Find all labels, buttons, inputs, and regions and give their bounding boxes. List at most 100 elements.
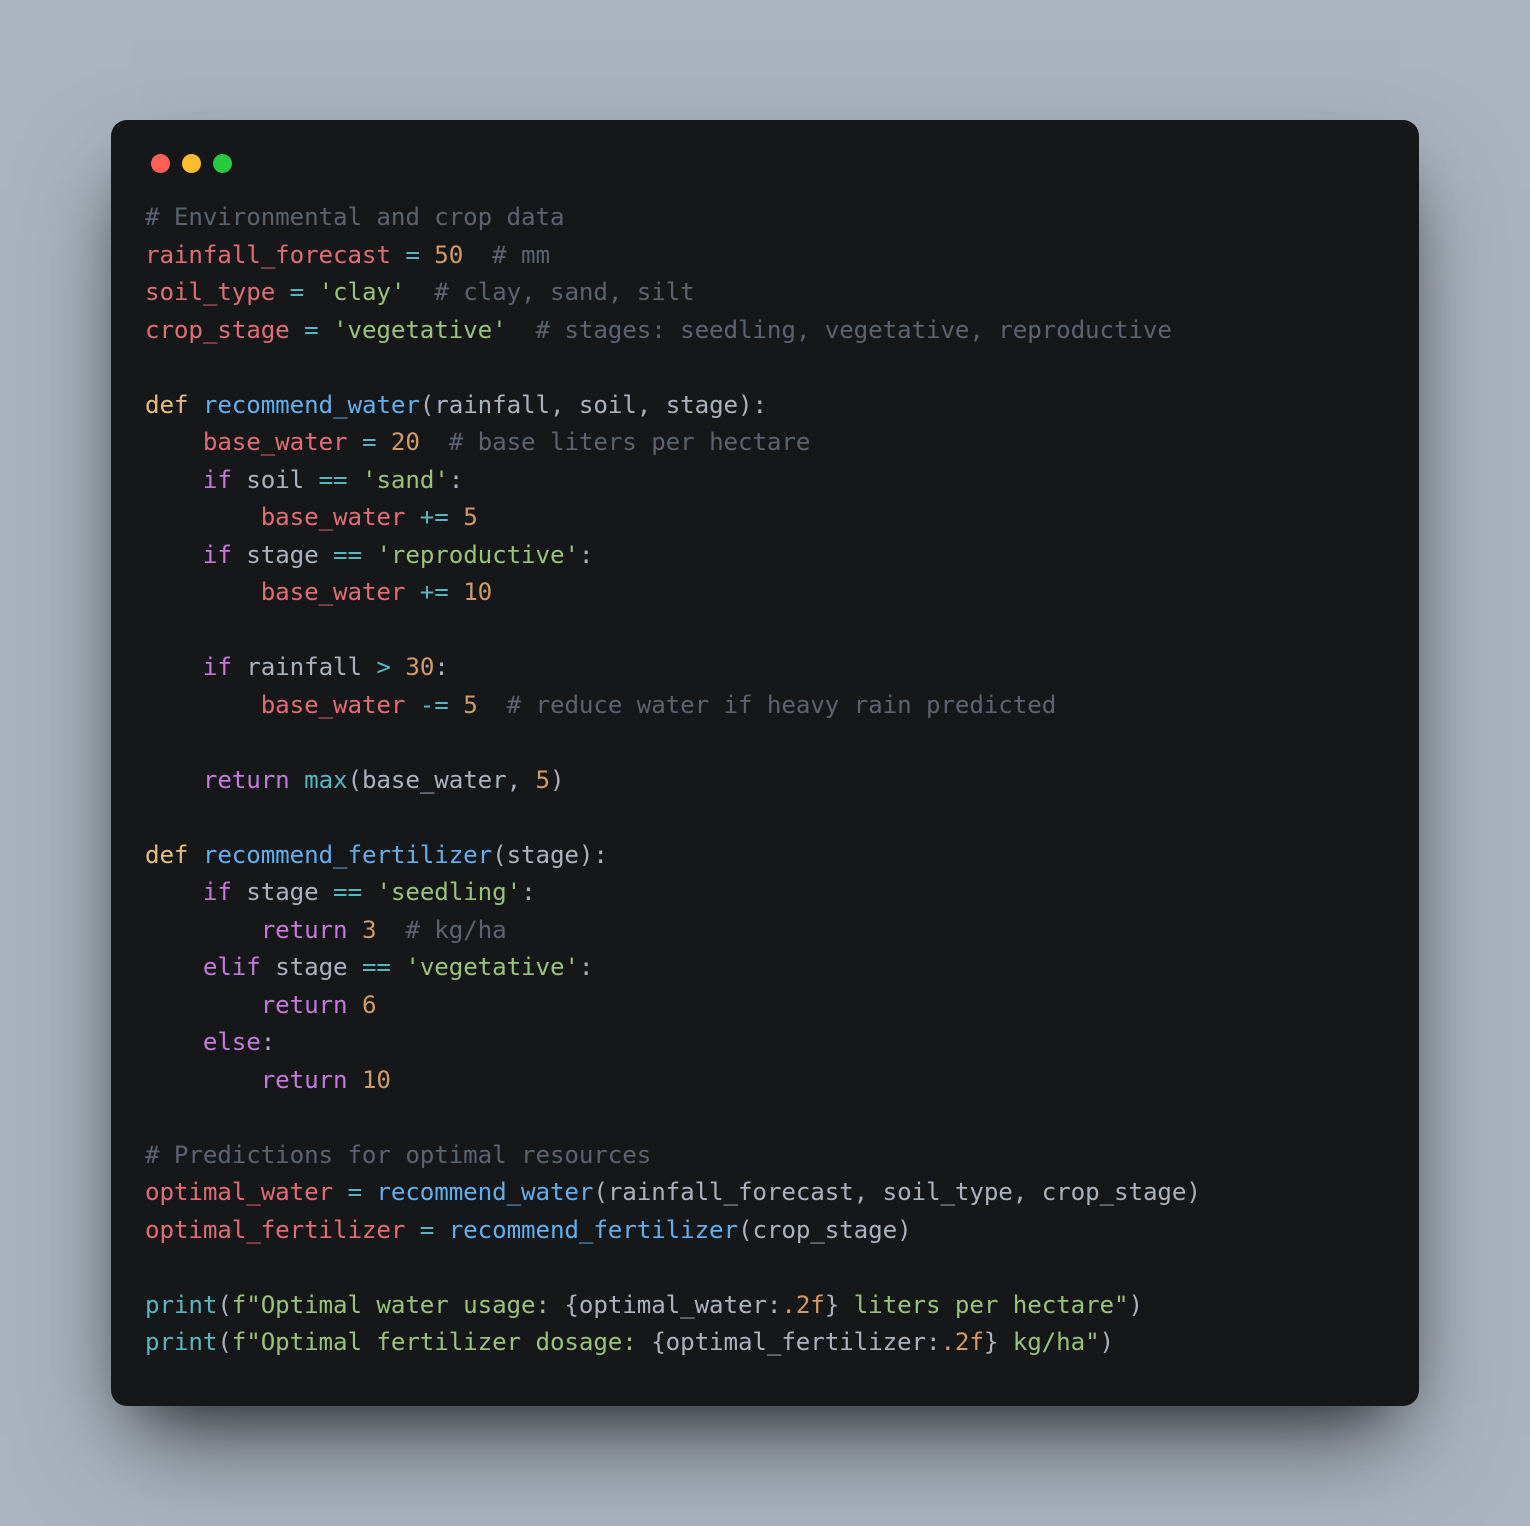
fstring: f"Optimal water usage: — [232, 1291, 565, 1319]
zoom-icon[interactable] — [213, 154, 232, 173]
number: 5 — [536, 766, 550, 794]
comment: # base liters per hectare — [449, 428, 811, 456]
comma: , — [550, 391, 579, 419]
function-name: recommend_water — [203, 391, 420, 419]
function-call: recommend_water — [376, 1178, 593, 1206]
keyword-if: if — [203, 541, 232, 569]
op: == — [319, 878, 377, 906]
op: > — [362, 653, 405, 681]
string: 'sand' — [362, 466, 449, 494]
arg: rainfall_forecast — [608, 1178, 854, 1206]
op: -= — [405, 691, 463, 719]
close-icon[interactable] — [151, 154, 170, 173]
variable: soil_type — [145, 278, 275, 306]
comma: , — [507, 766, 536, 794]
variable: base_water — [261, 578, 406, 606]
brace: } — [825, 1291, 839, 1319]
fstring-expr: {optimal_water — [564, 1291, 766, 1319]
op: = — [333, 1178, 376, 1206]
comma: , — [637, 391, 666, 419]
code-editor[interactable]: # Environmental and crop data rainfall_f… — [145, 199, 1385, 1362]
keyword-else: else — [203, 1028, 261, 1056]
stage: # Environmental and crop data rainfall_f… — [0, 0, 1530, 1526]
colon: : — [767, 1291, 781, 1319]
keyword-elif: elif — [203, 953, 261, 981]
code-window: # Environmental and crop data rainfall_f… — [111, 120, 1419, 1406]
builtin-print: print — [145, 1328, 217, 1356]
variable: base_water — [261, 503, 406, 531]
brace: } — [984, 1328, 998, 1356]
colon: : — [752, 391, 766, 419]
op: = — [391, 241, 434, 269]
window-controls — [145, 154, 1385, 173]
keyword-return: return — [261, 991, 348, 1019]
paren: ( — [738, 1216, 752, 1244]
colon: : — [449, 466, 463, 494]
variable: optimal_water — [145, 1178, 333, 1206]
number: 10 — [463, 578, 492, 606]
colon: : — [261, 1028, 275, 1056]
variable: rainfall — [246, 653, 362, 681]
colon: : — [593, 841, 607, 869]
variable: base_water — [362, 766, 507, 794]
variable: rainfall_forecast — [145, 241, 391, 269]
keyword-def: def — [145, 841, 188, 869]
comment: # mm — [492, 241, 550, 269]
paren: ( — [217, 1291, 231, 1319]
fstring: f"Optimal fertilizer dosage: — [232, 1328, 651, 1356]
colon: : — [579, 953, 593, 981]
keyword-return: return — [261, 1066, 348, 1094]
number: 20 — [391, 428, 420, 456]
paren: ( — [420, 391, 434, 419]
op: = — [275, 278, 318, 306]
string: 'seedling' — [376, 878, 521, 906]
comment: # reduce water if heavy rain predicted — [507, 691, 1057, 719]
op: += — [405, 503, 463, 531]
colon: : — [521, 878, 535, 906]
paren: ) — [1128, 1291, 1142, 1319]
minimize-icon[interactable] — [182, 154, 201, 173]
variable: base_water — [261, 691, 406, 719]
fstring: kg/ha" — [998, 1328, 1099, 1356]
function-call: recommend_fertilizer — [449, 1216, 738, 1244]
variable: base_water — [203, 428, 348, 456]
comment: # kg/ha — [405, 916, 506, 944]
fstring-expr: {optimal_fertilizer — [651, 1328, 926, 1356]
param: soil — [579, 391, 637, 419]
string: 'vegetative' — [333, 316, 507, 344]
op: = — [347, 428, 390, 456]
param: rainfall — [434, 391, 550, 419]
op: == — [348, 953, 406, 981]
paren: ( — [217, 1328, 231, 1356]
comment: # Predictions for optimal resources — [145, 1141, 651, 1169]
op: += — [405, 578, 463, 606]
number: 6 — [362, 991, 376, 1019]
op: == — [319, 541, 377, 569]
comment: # clay, sand, silt — [434, 278, 694, 306]
arg: crop_stage — [752, 1216, 897, 1244]
arg: crop_stage — [1042, 1178, 1187, 1206]
paren: ( — [492, 841, 506, 869]
number: 30 — [405, 653, 434, 681]
builtin-max: max — [304, 766, 347, 794]
comma: , — [854, 1178, 883, 1206]
variable: stage — [246, 541, 318, 569]
arg: soil_type — [883, 1178, 1013, 1206]
paren: ) — [550, 766, 564, 794]
comment: # Environmental and crop data — [145, 203, 564, 231]
string: 'vegetative' — [405, 953, 579, 981]
op: = — [405, 1216, 448, 1244]
function-name: recommend_fertilizer — [203, 841, 492, 869]
keyword-return: return — [261, 916, 348, 944]
number: 5 — [463, 503, 477, 531]
builtin-print: print — [145, 1291, 217, 1319]
paren: ) — [738, 391, 752, 419]
comma: , — [1013, 1178, 1042, 1206]
variable: stage — [275, 953, 347, 981]
paren: ( — [593, 1178, 607, 1206]
colon: : — [579, 541, 593, 569]
string: 'clay' — [319, 278, 406, 306]
keyword-return: return — [203, 766, 290, 794]
param: stage — [507, 841, 579, 869]
colon: : — [926, 1328, 940, 1356]
